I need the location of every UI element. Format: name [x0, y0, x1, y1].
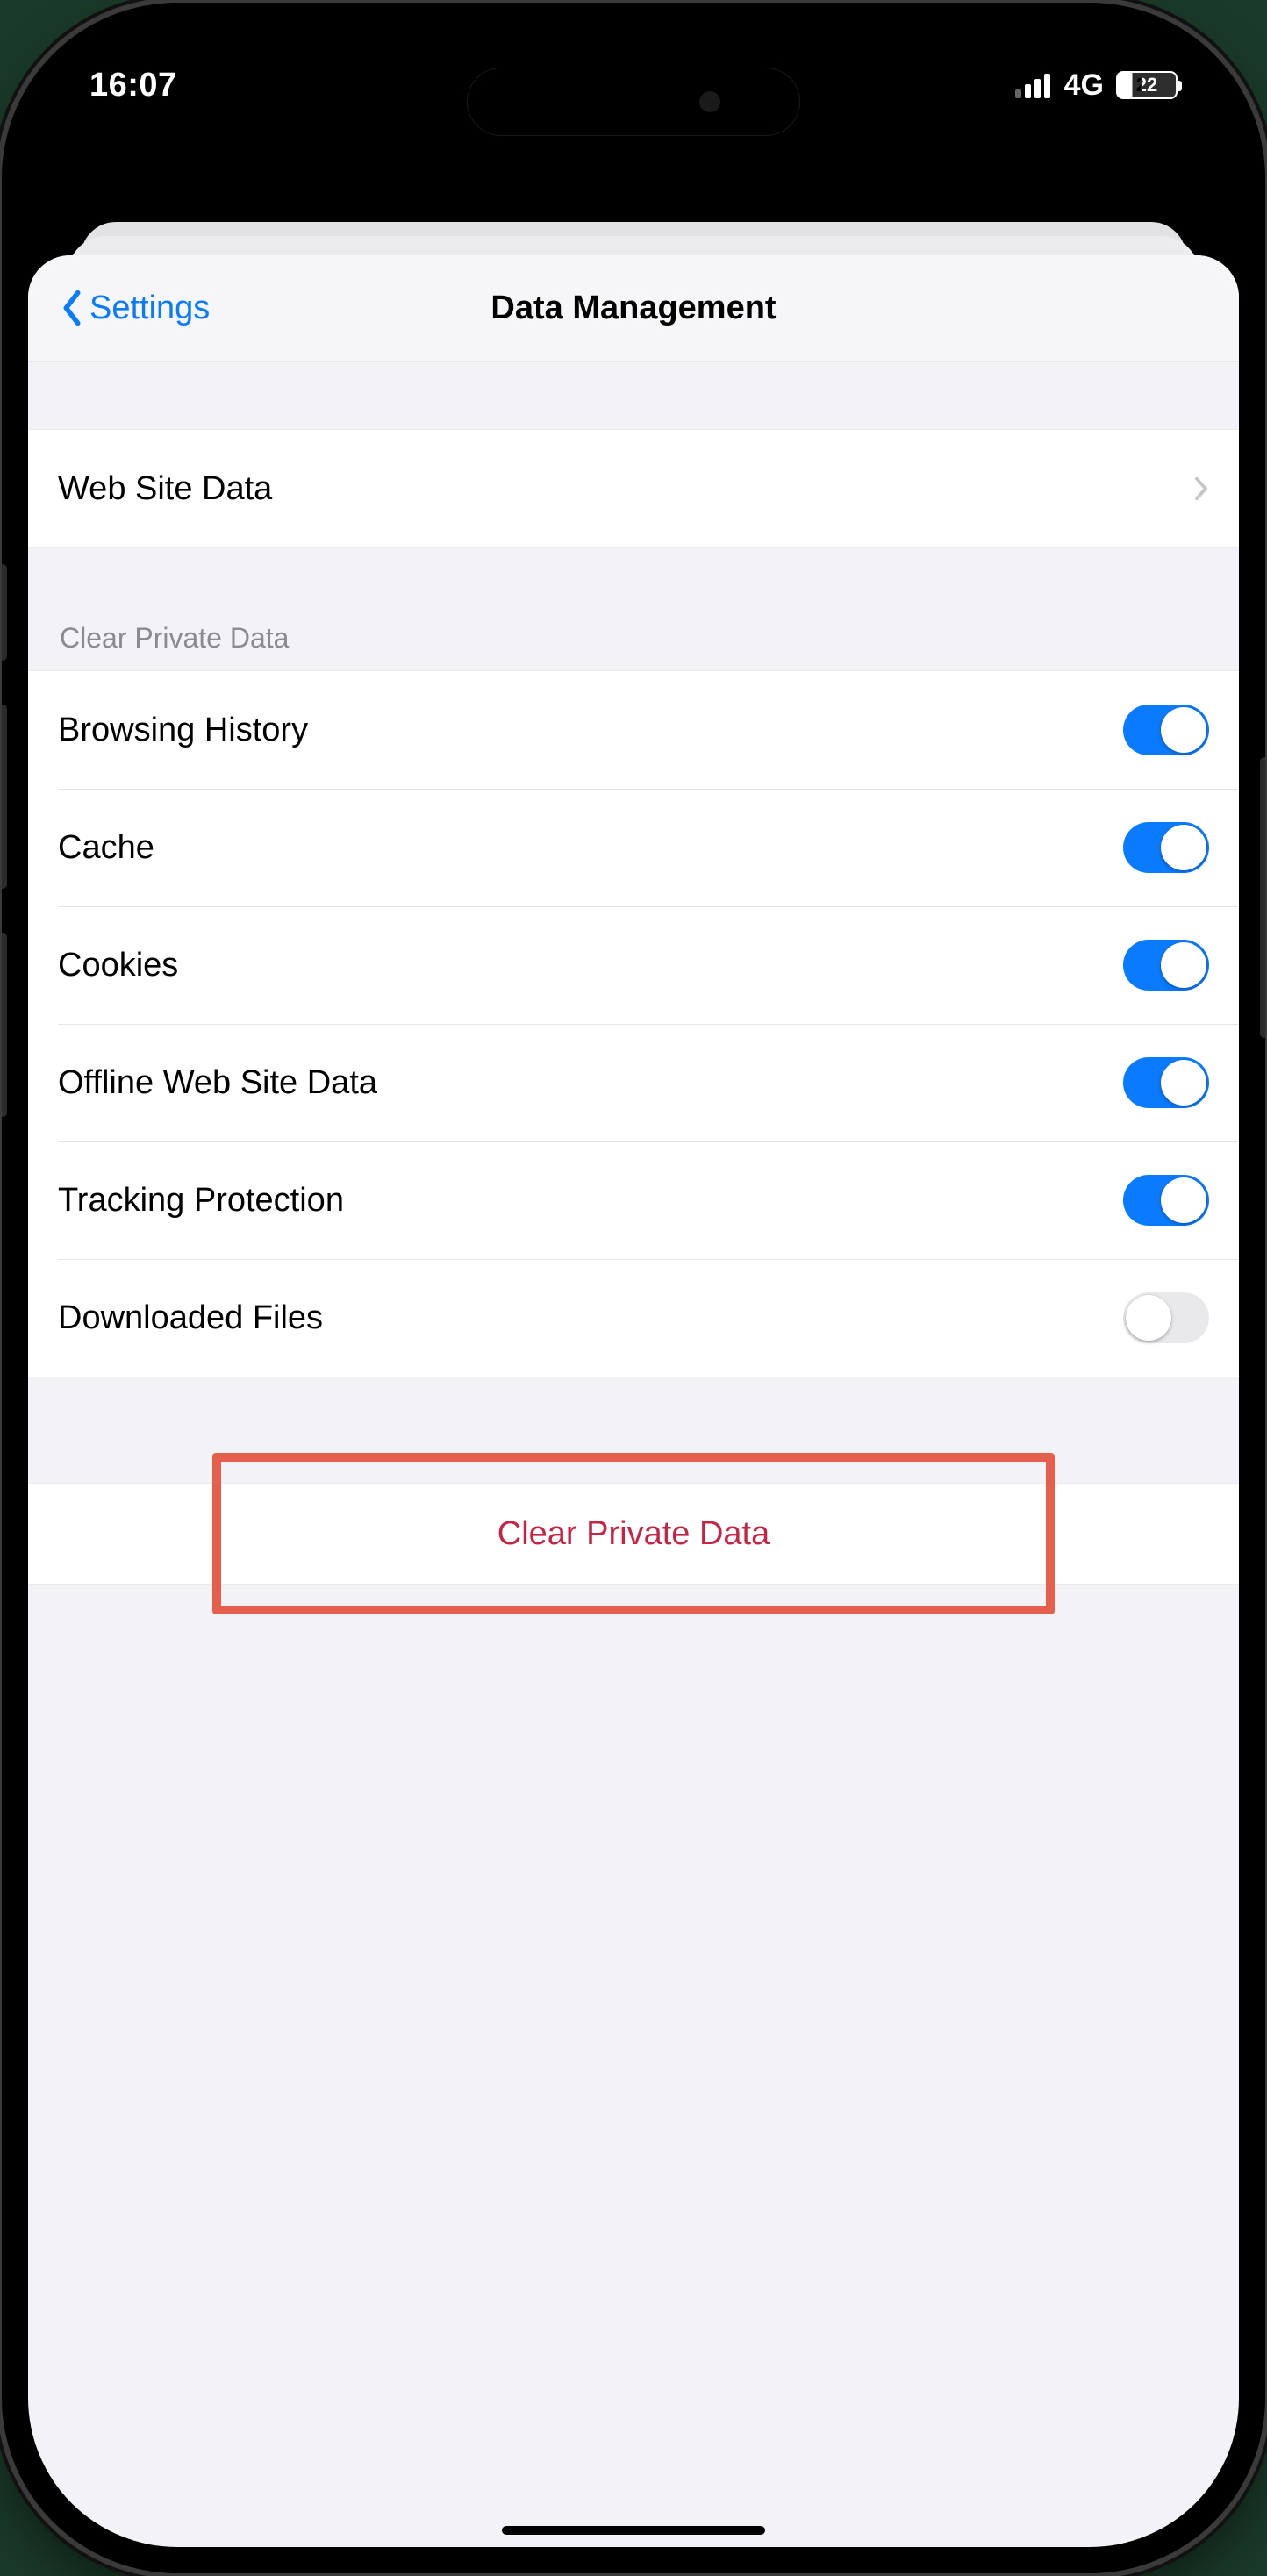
silence-switch — [2, 564, 7, 661]
web-site-data-row[interactable]: Web Site Data — [28, 430, 1239, 547]
volume-up-button — [2, 705, 7, 889]
toggle-switch[interactable] — [1123, 1057, 1209, 1108]
settings-sheet: Settings Data Management Web Site Data C… — [28, 255, 1239, 2547]
toggle-row-cookies: Cookies — [28, 906, 1239, 1024]
chevron-left-icon — [61, 290, 84, 327]
toggle-row-downloaded-files: Downloaded Files — [28, 1259, 1239, 1377]
power-button — [1260, 757, 1265, 1038]
volume-down-button — [2, 933, 7, 1117]
dynamic-island — [467, 68, 800, 136]
toggle-row-cache: Cache — [28, 789, 1239, 906]
row-label: Offline Web Site Data — [58, 1064, 377, 1102]
chevron-right-icon — [1193, 476, 1209, 502]
toggle-row-browsing-history: Browsing History — [28, 671, 1239, 789]
row-label: Browsing History — [58, 712, 308, 749]
home-indicator — [502, 2526, 765, 2535]
section-header-clear-private-data: Clear Private Data — [28, 548, 1239, 670]
toggle-switch[interactable] — [1123, 822, 1209, 873]
navigation-bar: Settings Data Management — [28, 255, 1239, 362]
row-label: Downloaded Files — [58, 1299, 323, 1337]
toggle-switch[interactable] — [1123, 940, 1209, 991]
clear-private-data-section: Browsing History Cache Cookies Offline Web … — [28, 670, 1239, 1377]
clear-private-data-button[interactable]: Clear Private Data — [28, 1483, 1239, 1585]
toggle-switch[interactable] — [1123, 705, 1209, 755]
battery-icon: 22 22 — [1116, 71, 1178, 99]
row-label: Cookies — [58, 947, 178, 984]
network-type: 4G — [1064, 68, 1104, 103]
cellular-signal-icon — [1015, 72, 1052, 98]
row-label: Web Site Data — [58, 470, 272, 508]
toggle-row-tracking-protection: Tracking Protection — [28, 1141, 1239, 1259]
toggle-row-offline-web-site-data: Offline Web Site Data — [28, 1024, 1239, 1141]
page-title: Data Management — [490, 290, 776, 327]
back-button-label: Settings — [89, 290, 210, 327]
screen: 16:07 4G 22 22 — [28, 29, 1239, 2547]
web-site-data-section: Web Site Data — [28, 429, 1239, 548]
row-label: Cache — [58, 829, 154, 867]
status-time: 16:07 — [89, 67, 177, 104]
back-button[interactable]: Settings — [46, 255, 225, 361]
phone-frame: 16:07 4G 22 22 — [2, 3, 1265, 2573]
toggle-switch[interactable] — [1123, 1175, 1209, 1226]
toggle-switch[interactable] — [1123, 1292, 1209, 1343]
row-label: Tracking Protection — [58, 1182, 344, 1220]
clear-private-data-label: Clear Private Data — [497, 1515, 770, 1553]
